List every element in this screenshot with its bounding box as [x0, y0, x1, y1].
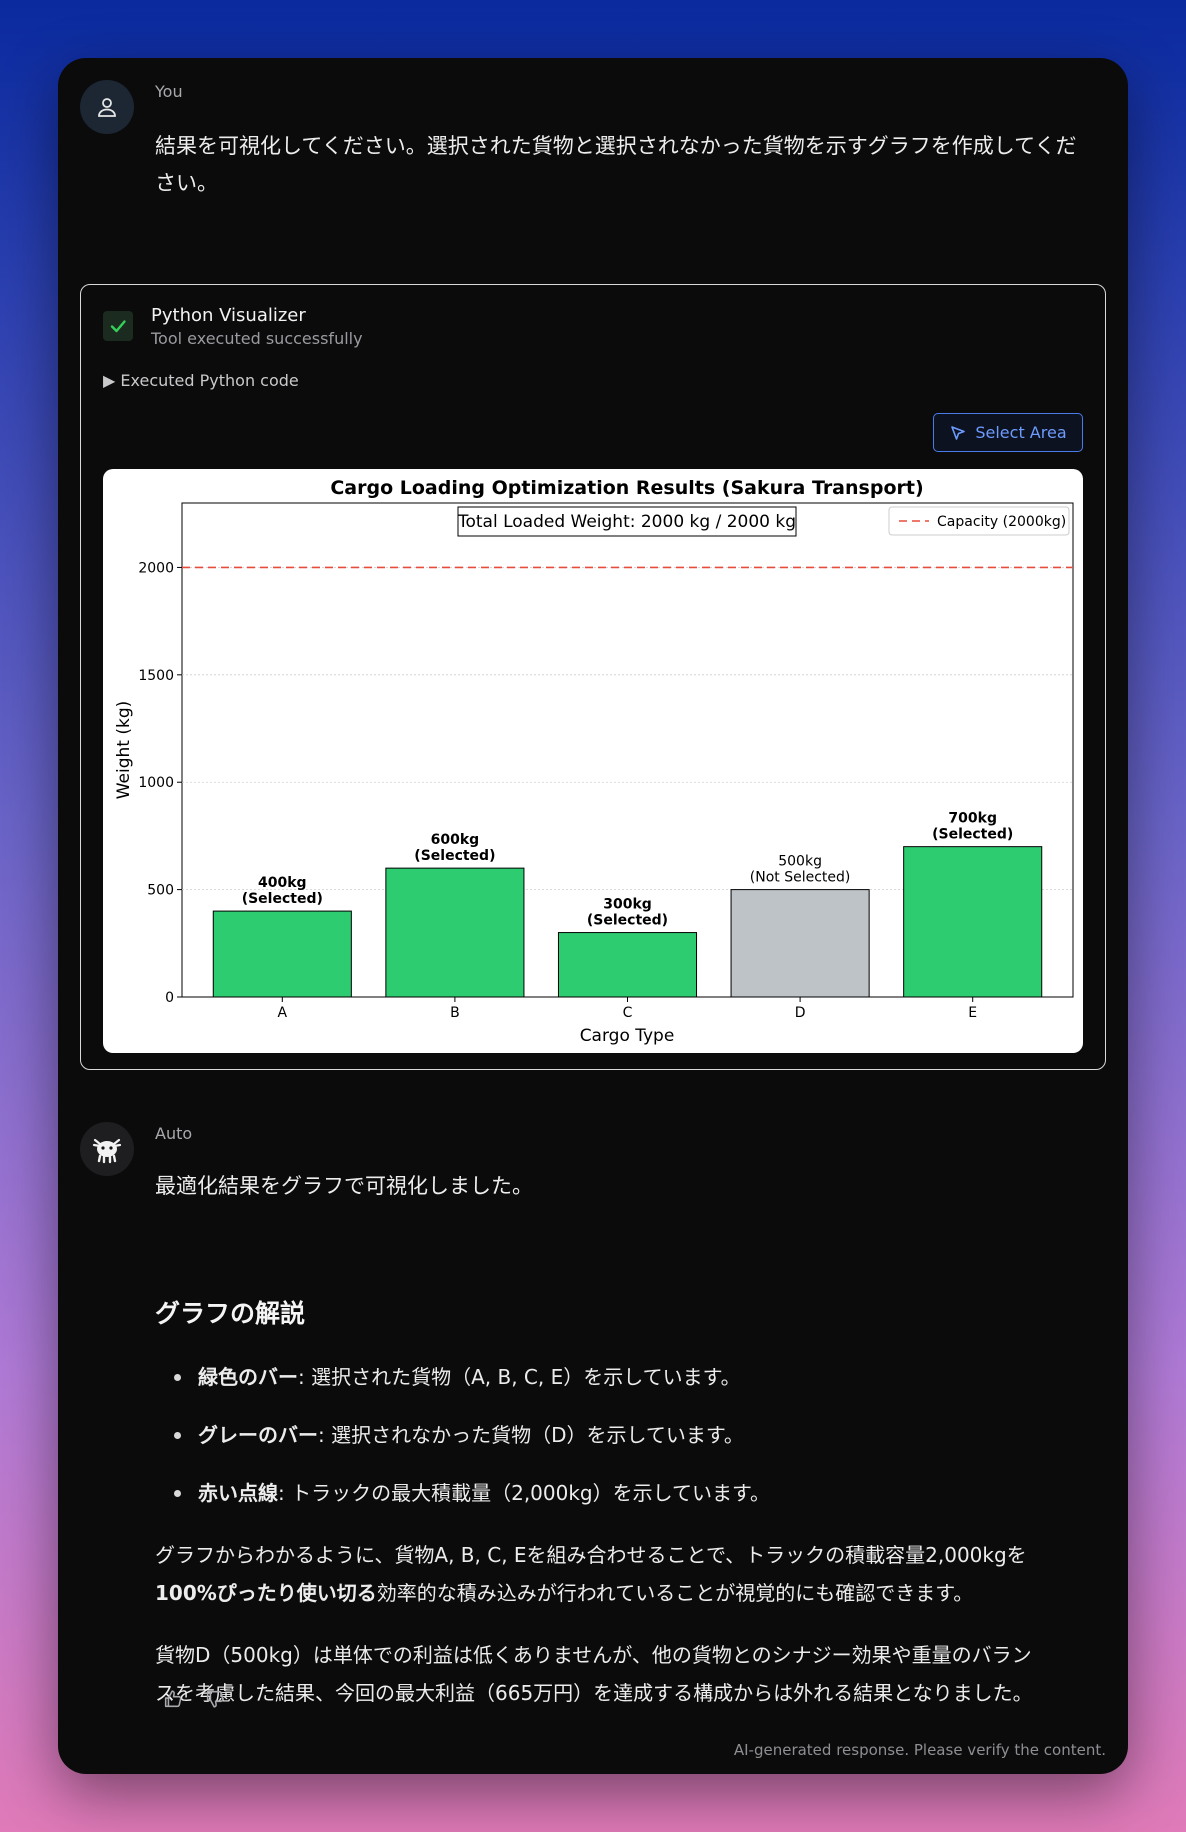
paragraph-line: 貨物D（500kg）は単体での利益は低くありませんが、他の貨物とのシナジー効果や…: [155, 1643, 1032, 1667]
chart-legend: Capacity (2000kg): [888, 506, 1070, 536]
thumbs-up-icon: [164, 1690, 182, 1708]
paragraph-line: グラフからわかるように、貨物A, B, C, Eを組み合わせることで、トラックの…: [155, 1543, 1027, 1567]
chart-image: Cargo Loading Optimization Results (Saku…: [103, 469, 1083, 1053]
list-item-text: : 選択されなかった貨物（D）を示しています。: [318, 1423, 744, 1447]
select-area-button[interactable]: Select Area: [933, 413, 1083, 452]
bold-emphasis: 100%ぴったり使い切る: [155, 1581, 377, 1605]
bullet-dot: [174, 1490, 181, 1497]
list-item-text: : トラックの最大積載量（2,000kg）を示しています。: [278, 1481, 771, 1505]
ai-disclaimer: AI-generated response. Please verify the…: [733, 1741, 1106, 1759]
paragraph-line: スを考慮した結果、今回の最大利益（665万円）を達成する構成からは外れる結果とな…: [155, 1681, 1033, 1705]
y-tick-label: 2000: [138, 560, 174, 576]
bar-status-label: (Selected): [242, 891, 323, 907]
y-tick-label: 500: [147, 883, 174, 899]
user-message-text: 結果を可視化してください。選択された貨物と選択されなかった貨物を示すグラフを作成…: [155, 128, 1095, 202]
assistant-intro: 最適化結果をグラフで可視化しました。: [155, 1174, 533, 1198]
bullet-dot: [174, 1374, 181, 1381]
tool-status-text: Tool executed successfully: [151, 329, 363, 348]
paragraph-text: 効率的な積み込みが行われていることが視覚的にも確認できます。: [376, 1581, 974, 1605]
paragraph-line: 100%ぴったり使い切る効率的な積み込みが行われていることが視覚的にも確認できま…: [155, 1574, 1095, 1612]
cursor-icon: [951, 425, 966, 440]
chat-window: You 結果を可視化してください。選択された貨物と選択されなかった貨物を示すグラ…: [58, 58, 1128, 1774]
bar-value-label: 500kg: [778, 854, 822, 870]
y-tick-label: 0: [165, 990, 174, 1006]
list-item: グレーのバー: 選択されなかった貨物（D）を示しています。: [174, 1406, 1078, 1464]
user-author-label: You: [155, 82, 183, 101]
bar-value-label: 400kg: [258, 875, 307, 891]
bar-a: [212, 910, 352, 998]
bar-c: [557, 932, 698, 998]
thumbs-down-icon: [206, 1690, 224, 1708]
total-weight-annotation: Total Loaded Weight: 2000 kg / 2000 kg: [457, 512, 796, 532]
bar-status-label: (Selected): [414, 848, 495, 864]
assistant-avatar: [80, 1122, 134, 1176]
bar-status-label: (Selected): [932, 827, 1013, 843]
y-axis-label: Weight (kg): [114, 701, 134, 800]
select-area-label: Select Area: [975, 423, 1067, 442]
tool-title: Python Visualizer: [151, 305, 306, 326]
axolotl-icon: [92, 1138, 122, 1164]
legend-capacity-label: Capacity (2000kg): [937, 514, 1066, 530]
y-tick-label: 1000: [138, 775, 174, 791]
tool-result-card: Python Visualizer Tool executed successf…: [80, 284, 1106, 1070]
check-icon: [110, 320, 126, 333]
summary-paragraph: グラフからわかるように、貨物A, B, C, Eを組み合わせることで、トラックの…: [155, 1536, 1095, 1612]
cargo-bar-chart: Cargo Loading Optimization Results (Saku…: [114, 477, 1074, 1046]
section-heading: グラフの解説: [155, 1299, 306, 1328]
thumbs-up-button[interactable]: [160, 1686, 186, 1712]
user-avatar: [80, 80, 134, 134]
thumbs-down-button[interactable]: [202, 1686, 228, 1712]
list-item-term: 赤い点線: [198, 1481, 278, 1505]
assistant-author-label: Auto: [155, 1124, 193, 1143]
bar-status-label: (Not Selected): [750, 870, 851, 886]
list-item: 赤い点線: トラックの最大積載量（2,000kg）を示しています。: [174, 1464, 1078, 1522]
x-tick-label: A: [278, 1005, 288, 1021]
cargo-d-paragraph: 貨物D（500kg）は単体での利益は低くありませんが、他の貨物とのシナジー効果や…: [155, 1636, 1095, 1712]
bar-value-label: 300kg: [603, 897, 652, 913]
user-message-line: 結果を可視化してください。選択された貨物と選択されなかった貨物を示すグラフを作成…: [155, 134, 1077, 158]
y-tick-label: 1500: [138, 668, 174, 684]
x-tick-label: E: [968, 1005, 977, 1021]
list-item-term: 緑色のバー: [198, 1365, 298, 1389]
user-icon: [98, 98, 116, 117]
bar-e: [903, 846, 1043, 998]
x-tick-label: D: [795, 1005, 806, 1021]
bar-d: [730, 889, 870, 998]
tool-status-badge: [103, 311, 133, 341]
bullet-dot: [174, 1432, 181, 1439]
bar-value-label: 600kg: [431, 832, 480, 848]
x-tick-label: C: [623, 1005, 633, 1021]
chart-title: Cargo Loading Optimization Results (Saku…: [330, 477, 923, 499]
list-item-term: グレーのバー: [198, 1423, 318, 1447]
x-axis-label: Cargo Type: [580, 1026, 675, 1046]
list-item: 緑色のバー: 選択された貨物（A, B, C, E）を示しています。: [174, 1348, 1078, 1406]
bar-status-label: (Selected): [587, 913, 668, 929]
executed-code-toggle[interactable]: ▶ Executed Python code: [103, 371, 299, 390]
bar-b: [385, 867, 525, 998]
x-tick-label: B: [450, 1005, 460, 1021]
explanation-list: 緑色のバー: 選択された貨物（A, B, C, E）を示しています。 グレーのバ…: [174, 1348, 1078, 1522]
list-item-text: : 選択された貨物（A, B, C, E）を示しています。: [298, 1365, 741, 1389]
user-message-line: さい。: [155, 171, 218, 195]
bar-value-label: 700kg: [948, 811, 997, 827]
